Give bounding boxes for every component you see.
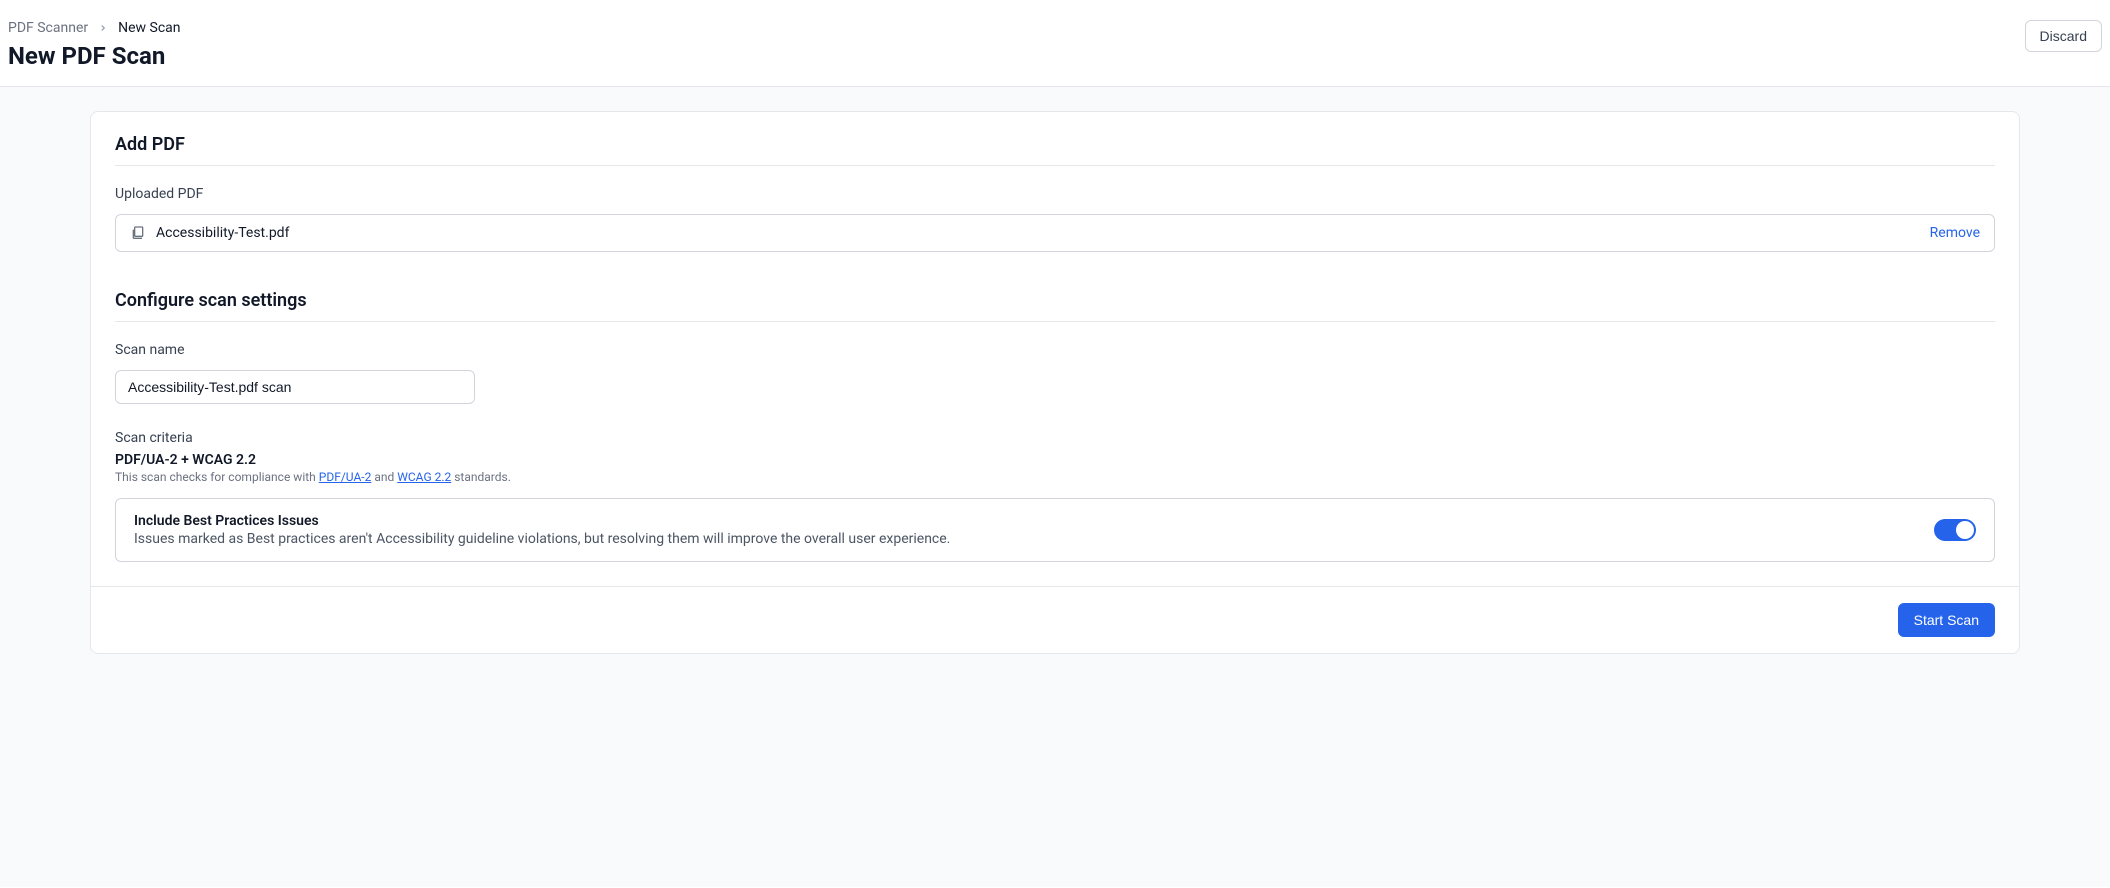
scan-criteria-desc: This scan checks for compliance with PDF… [115,470,1995,484]
uploaded-file-row: Accessibility-Test.pdf Remove [115,214,1995,252]
scan-criteria-label: Scan criteria [115,430,1995,446]
best-practices-row: Include Best Practices Issues Issues mar… [115,498,1995,562]
breadcrumb-root[interactable]: PDF Scanner [8,20,88,36]
scan-name-input[interactable] [115,370,475,404]
best-practices-toggle[interactable] [1934,519,1976,541]
chevron-right-icon [98,23,108,33]
scan-form-card: Add PDF Uploaded PDF Accessibility-Test.… [90,111,2020,654]
breadcrumb: PDF Scanner New Scan [8,20,181,36]
scan-name-label: Scan name [115,342,1995,358]
scan-criteria-value: PDF/UA-2 + WCAG 2.2 [115,452,1995,468]
best-practices-title: Include Best Practices Issues [134,513,950,529]
start-scan-button[interactable]: Start Scan [1898,603,1995,637]
add-pdf-title: Add PDF [115,134,1995,166]
uploaded-file-name: Accessibility-Test.pdf [156,225,289,241]
best-practices-desc: Issues marked as Best practices aren't A… [134,531,950,547]
uploaded-pdf-label: Uploaded PDF [115,186,1995,202]
breadcrumb-current: New Scan [118,20,180,36]
pdf-ua-2-link[interactable]: PDF/UA-2 [319,470,372,484]
configure-title: Configure scan settings [115,290,1995,322]
remove-file-link[interactable]: Remove [1930,225,1980,241]
page-title: New PDF Scan [8,42,181,70]
wcag-2-2-link[interactable]: WCAG 2.2 [397,470,451,484]
file-icon [130,225,146,241]
discard-button[interactable]: Discard [2025,20,2102,52]
